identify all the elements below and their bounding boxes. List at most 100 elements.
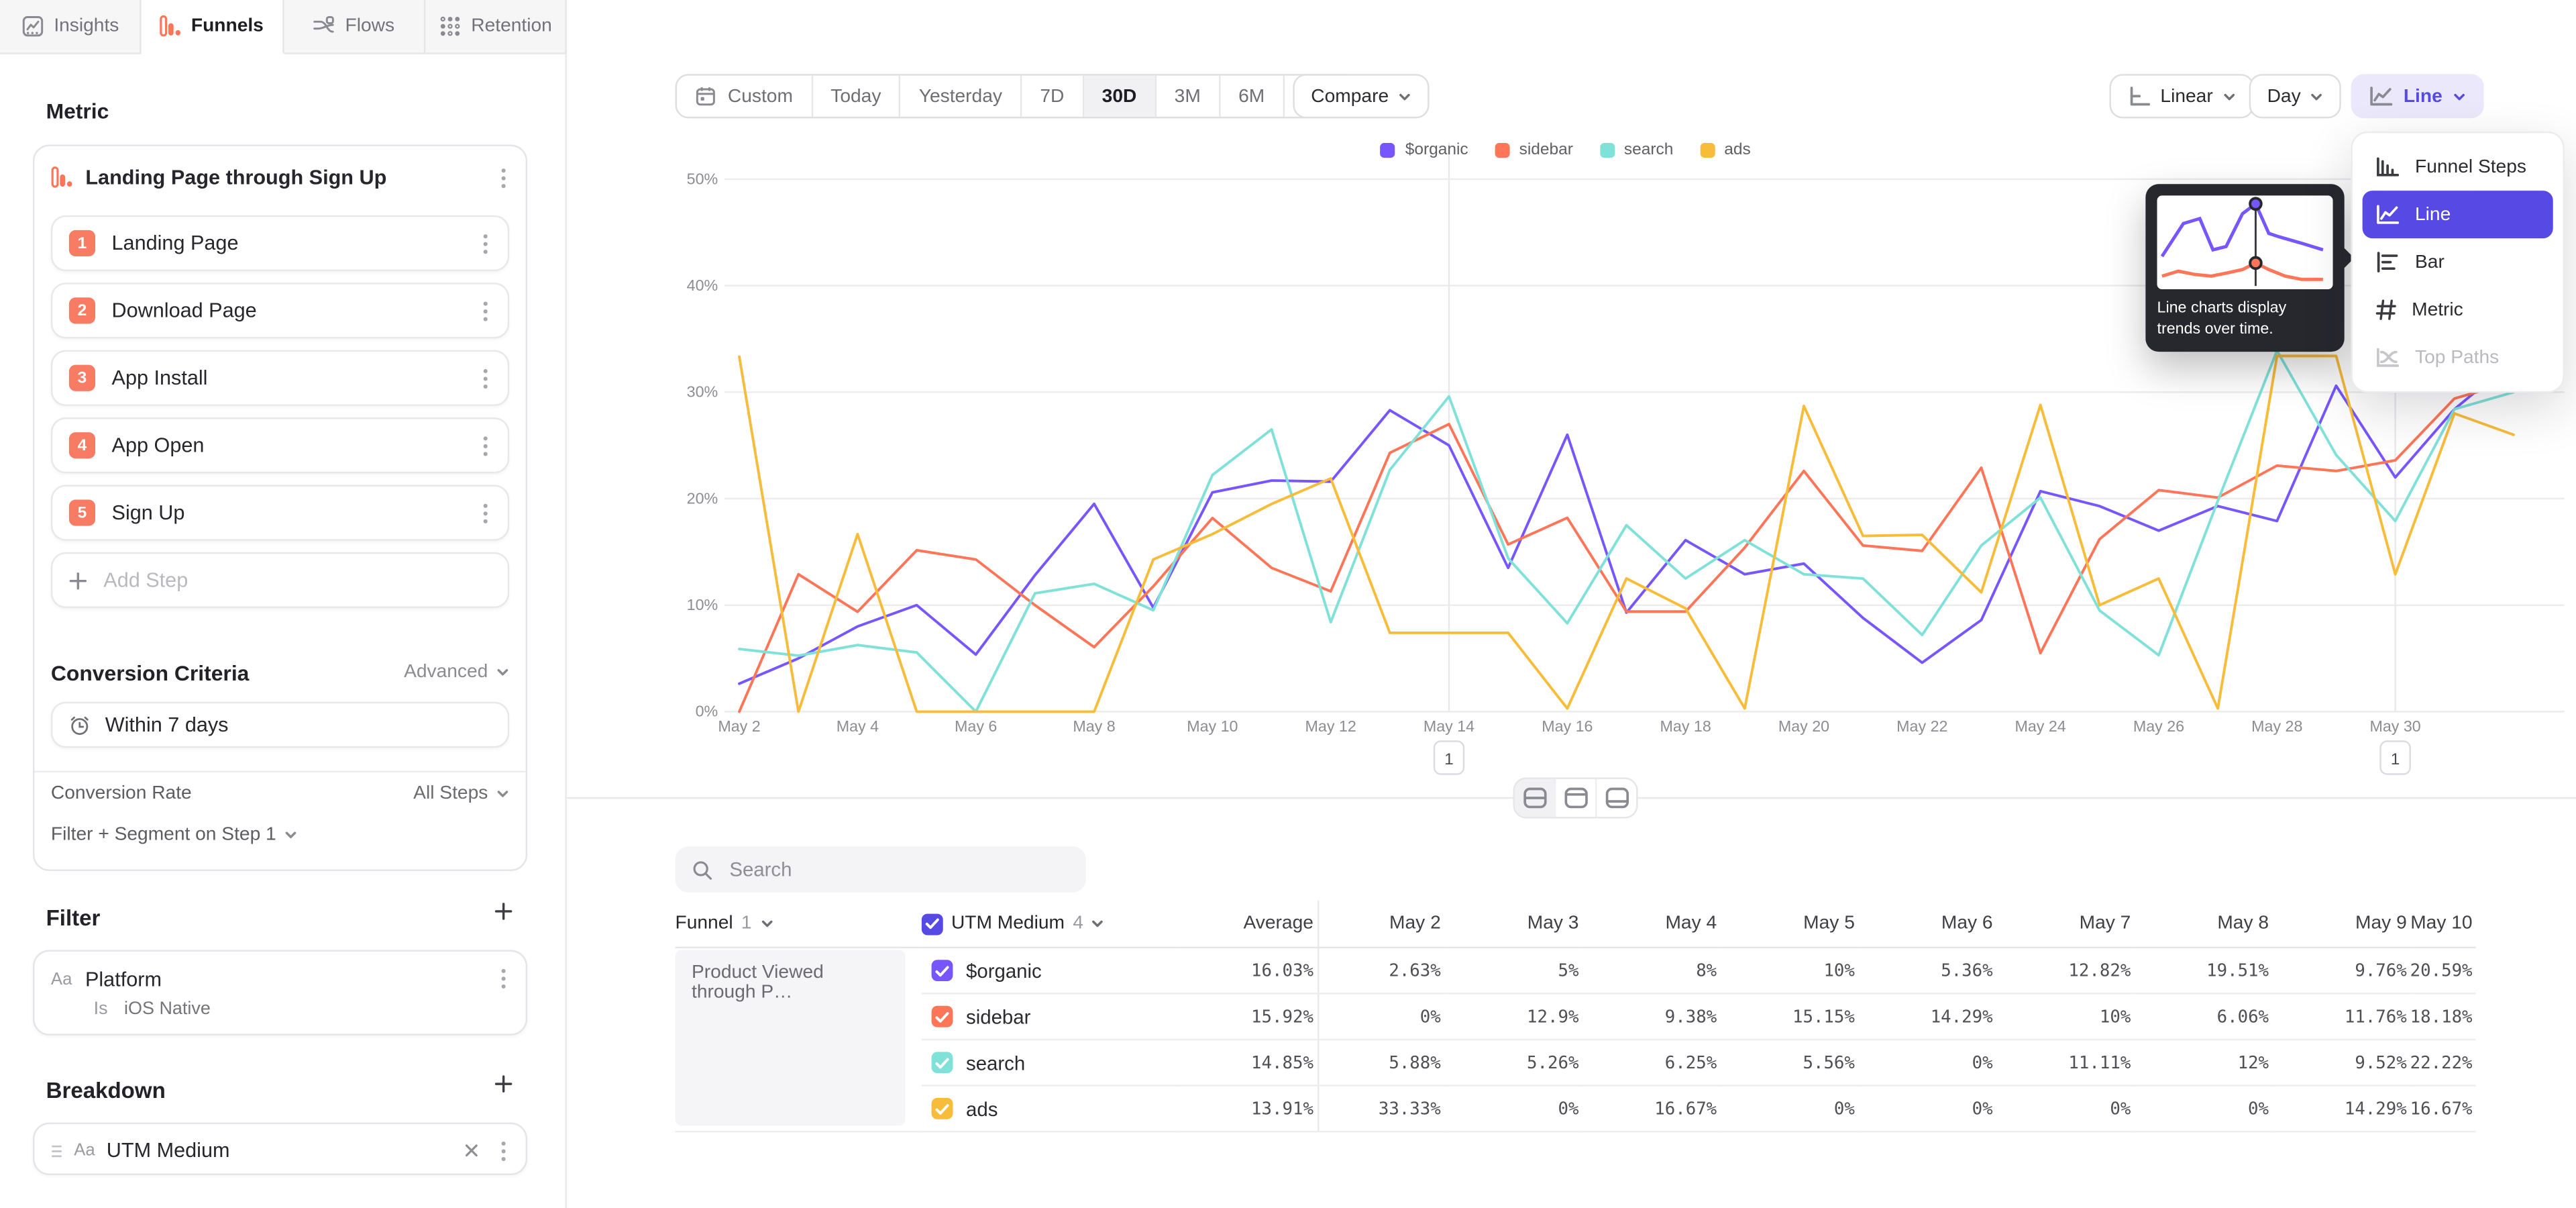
table-row: search 14.85% 5.88%5.26%6.25%5.56%0%11.1… bbox=[676, 1040, 2476, 1086]
interval-dropdown[interactable]: Day bbox=[2249, 74, 2342, 118]
day-column-header: May 3 bbox=[1444, 901, 1582, 948]
series-checkbox[interactable] bbox=[932, 1006, 953, 1027]
day-value: 10% bbox=[1996, 993, 2135, 1040]
drag-handle-icon[interactable] bbox=[51, 1143, 62, 1158]
conversion-window[interactable]: Within 7 days bbox=[51, 702, 509, 748]
range-6m[interactable]: 6M bbox=[1220, 76, 1284, 117]
step-number-badge: 2 bbox=[69, 297, 95, 323]
compare-button[interactable]: Compare bbox=[1293, 74, 1430, 118]
filter-segment-dropdown[interactable]: Filter + Segment on Step 1 bbox=[51, 815, 509, 855]
day-value: 14.29% bbox=[1858, 993, 1996, 1040]
tab-insights[interactable]: Insights bbox=[0, 0, 142, 54]
day-value: 22.22% bbox=[2410, 1040, 2476, 1086]
compare-label: Compare bbox=[1311, 87, 1389, 106]
table-header-row: Funnel1 UTM Medium4 Average May 2May 3Ma… bbox=[676, 901, 2476, 948]
add-step-button[interactable]: Add Step bbox=[51, 552, 509, 608]
range-yesterday[interactable]: Yesterday bbox=[901, 76, 1022, 117]
tab-retention[interactable]: Retention bbox=[425, 0, 567, 54]
chevron-down-icon bbox=[2222, 89, 2236, 103]
step-label: Landing Page bbox=[112, 232, 464, 254]
svg-text:May 20: May 20 bbox=[1778, 717, 1829, 735]
day-value: 0% bbox=[1444, 1086, 1582, 1132]
interval-label: Day bbox=[2267, 87, 2301, 106]
step-label: Download Page bbox=[112, 299, 464, 322]
kebab-menu-icon[interactable] bbox=[480, 364, 491, 392]
svg-text:May 24: May 24 bbox=[2015, 717, 2066, 735]
linear-scale-icon bbox=[2127, 85, 2150, 107]
day-value: 12.9% bbox=[1444, 993, 1582, 1040]
series-name: sidebar bbox=[966, 1005, 1030, 1028]
svg-text:1: 1 bbox=[2391, 750, 2400, 768]
conversion-rate-dropdown[interactable]: All Steps bbox=[413, 784, 509, 803]
kebab-menu-icon[interactable] bbox=[480, 499, 491, 527]
chevron-down-icon bbox=[496, 787, 510, 801]
funnel-title: Landing Page through Sign Up bbox=[85, 166, 484, 189]
step-number-badge: 3 bbox=[69, 365, 95, 391]
range-today[interactable]: Today bbox=[812, 76, 900, 117]
kebab-menu-icon[interactable] bbox=[498, 164, 509, 192]
legend-item[interactable]: search bbox=[1599, 142, 1673, 160]
plus-icon bbox=[69, 571, 87, 589]
menu-item-metric[interactable]: Metric bbox=[2363, 286, 2553, 334]
close-icon[interactable] bbox=[464, 1142, 480, 1158]
funnel-step-5[interactable]: 5 Sign Up bbox=[51, 485, 509, 540]
series-checkbox[interactable] bbox=[932, 1052, 953, 1073]
legend-item[interactable]: sidebar bbox=[1495, 142, 1573, 160]
series-checkbox[interactable] bbox=[932, 960, 953, 981]
filter-section-label: Filter bbox=[46, 905, 101, 930]
step-number-badge: 5 bbox=[69, 499, 95, 525]
svg-text:May 8: May 8 bbox=[1073, 717, 1115, 735]
tab-funnels[interactable]: Funnels bbox=[142, 0, 283, 54]
series-name: $organic bbox=[966, 959, 1042, 982]
chart-top-view-button[interactable] bbox=[1556, 779, 1597, 817]
add-breakdown-button[interactable] bbox=[494, 1075, 513, 1093]
split-view-button[interactable] bbox=[1515, 779, 1556, 817]
chart-bottom-view-button[interactable] bbox=[1597, 779, 1636, 817]
average-value: 16.03% bbox=[1178, 948, 1318, 994]
retention-icon bbox=[438, 15, 461, 38]
kebab-menu-icon[interactable] bbox=[498, 1136, 509, 1164]
funnel-step-1[interactable]: 1 Landing Page bbox=[51, 215, 509, 271]
tab-flows[interactable]: Flows bbox=[283, 0, 425, 54]
kebab-menu-icon[interactable] bbox=[480, 230, 491, 258]
add-filter-button[interactable] bbox=[494, 902, 513, 920]
menu-item-funnel-steps[interactable]: Funnel Steps bbox=[2363, 143, 2553, 191]
menu-item-top-paths[interactable]: Top Paths bbox=[2363, 334, 2553, 381]
funnel-group-cell: Product Viewed through P… bbox=[676, 948, 922, 1131]
search-input[interactable] bbox=[726, 856, 1069, 883]
legend-item[interactable]: $organic bbox=[1381, 142, 1468, 160]
funnel-step-3[interactable]: 3 App Install bbox=[51, 350, 509, 406]
filter-card[interactable]: Aa Platform Is iOS Native bbox=[33, 950, 527, 1036]
query-sidebar: Metric Landing Page through Sign Up 1 La… bbox=[0, 54, 567, 1208]
menu-item-bar[interactable]: Bar bbox=[2363, 238, 2553, 286]
svg-text:May 6: May 6 bbox=[955, 717, 997, 735]
kebab-menu-icon[interactable] bbox=[498, 965, 509, 993]
funnel-step-4[interactable]: 4 App Open bbox=[51, 417, 509, 473]
annotation-marker[interactable]: 1 bbox=[2381, 741, 2410, 774]
menu-item-line[interactable]: Line bbox=[2363, 191, 2553, 238]
breakdown-column-dropdown[interactable]: UTM Medium4 bbox=[922, 913, 1178, 934]
chevron-down-icon bbox=[2310, 89, 2324, 103]
chart-type-dropdown[interactable]: Line bbox=[2351, 74, 2483, 118]
scale-dropdown[interactable]: Linear bbox=[2109, 74, 2253, 118]
kebab-menu-icon[interactable] bbox=[480, 297, 491, 325]
chart-legend: $organic sidebar search ads bbox=[659, 142, 2473, 160]
range-custom[interactable]: Custom bbox=[677, 76, 812, 117]
day-value: 5.56% bbox=[1720, 1040, 1858, 1086]
select-all-checkbox[interactable] bbox=[922, 913, 943, 934]
kebab-menu-icon[interactable] bbox=[480, 432, 491, 460]
funnel-step-2[interactable]: 2 Download Page bbox=[51, 283, 509, 338]
range-7d[interactable]: 7D bbox=[1022, 76, 1083, 117]
funnel-column-dropdown[interactable]: Funnel1 bbox=[676, 914, 922, 934]
range-30d[interactable]: 30D bbox=[1084, 76, 1157, 117]
filter-operator: Is bbox=[94, 999, 108, 1019]
advanced-dropdown[interactable]: Advanced bbox=[404, 662, 509, 682]
tab-label: Flows bbox=[345, 16, 395, 36]
legend-item[interactable]: ads bbox=[1700, 142, 1751, 160]
range-3m[interactable]: 3M bbox=[1157, 76, 1220, 117]
series-checkbox[interactable] bbox=[932, 1098, 953, 1119]
svg-text:May 18: May 18 bbox=[1660, 717, 1711, 735]
search-icon bbox=[692, 859, 713, 880]
breakdown-card[interactable]: Aa UTM Medium bbox=[33, 1123, 527, 1175]
annotation-marker[interactable]: 1 bbox=[1434, 741, 1464, 774]
